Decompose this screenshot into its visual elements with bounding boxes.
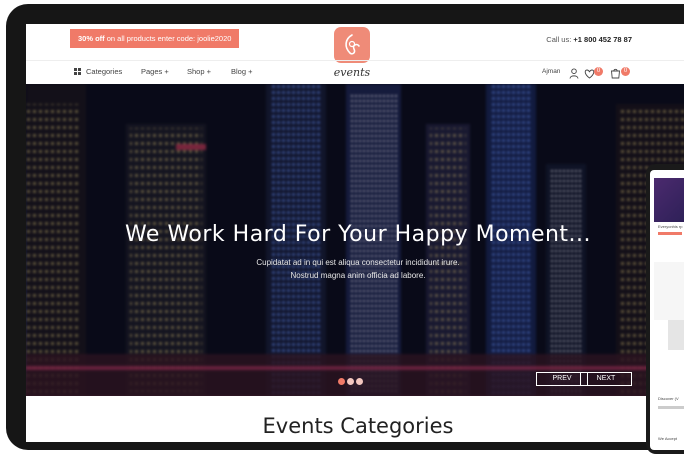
phone-rating	[658, 232, 682, 235]
phone-line	[658, 406, 684, 409]
user-name[interactable]: Ajman	[542, 68, 560, 75]
laptop-frame: 30% off on all products enter code: jool…	[6, 4, 684, 450]
nav-categories[interactable]: Categories	[74, 67, 122, 76]
account-icon[interactable]	[569, 66, 579, 84]
cart-count: 0	[621, 67, 630, 76]
phone-text-1: Everyonhis rp	[658, 224, 683, 229]
phone-text-2: Discover (V	[658, 396, 679, 401]
nav-pages[interactable]: Pages +	[141, 67, 169, 76]
phone-card	[654, 262, 684, 320]
call-label: Call us:	[546, 35, 572, 44]
hero-subtitle-line-1: Cupidatat ad in qui est aliqua consectet…	[256, 258, 460, 267]
promo-highlight: 30% off	[78, 34, 105, 43]
nav-categories-label: Categories	[86, 67, 123, 76]
hero-title: We Work Hard For Your Happy Moment...	[124, 222, 592, 247]
slide-dot[interactable]	[338, 378, 345, 385]
wishlist-count: 0	[594, 67, 603, 76]
phone-frame: Everyonhis rp Discover (V We Accept	[646, 164, 684, 454]
prev-label: PREV	[552, 375, 572, 382]
slider-dots	[338, 372, 365, 390]
hero-slider: We Work Hard For Your Happy Moment... Cu…	[26, 84, 684, 396]
phone-screen: Everyonhis rp Discover (V We Accept	[650, 170, 684, 450]
nav-blog[interactable]: Blog +	[231, 67, 252, 76]
slide-dot[interactable]	[356, 378, 363, 385]
next-button[interactable]: NEXT	[580, 372, 632, 386]
next-label: NEXT	[596, 375, 616, 382]
cart-button[interactable]: 0	[610, 66, 630, 84]
logo-mark-icon	[345, 34, 360, 55]
main-nav: Categories Pages + Shop + Blog + Ajman 0…	[26, 60, 684, 85]
promo-text: on all products enter code: joolie2020	[104, 34, 232, 43]
section-title: Events Categories	[262, 414, 454, 438]
browser-screen: 30% off on all products enter code: jool…	[26, 24, 684, 442]
brand-logo[interactable]	[334, 27, 370, 63]
phone-text-3: We Accept	[658, 436, 678, 441]
hero-subtitle: Cupidatat ad in qui est aliqua consectet…	[26, 256, 684, 282]
promo-banner[interactable]: 30% off on all products enter code: jool…	[70, 29, 240, 48]
events-section: Events Categories	[26, 396, 684, 442]
slide-dot[interactable]	[347, 378, 354, 385]
phone-hero-image	[654, 178, 684, 222]
call-us: Call us: +1 800 452 78 87	[546, 35, 632, 44]
phone-card-image	[668, 320, 684, 350]
hero-subtitle-line-2: Nostrud magna anim officia ad labore.	[290, 271, 426, 280]
wishlist-button[interactable]: 0	[584, 66, 603, 84]
cart-icon	[611, 68, 620, 79]
grid-icon	[74, 68, 81, 75]
nav-shop[interactable]: Shop +	[187, 67, 211, 76]
phone-number[interactable]: +1 800 452 78 87	[573, 35, 632, 44]
top-bar: 30% off on all products enter code: jool…	[26, 24, 684, 79]
